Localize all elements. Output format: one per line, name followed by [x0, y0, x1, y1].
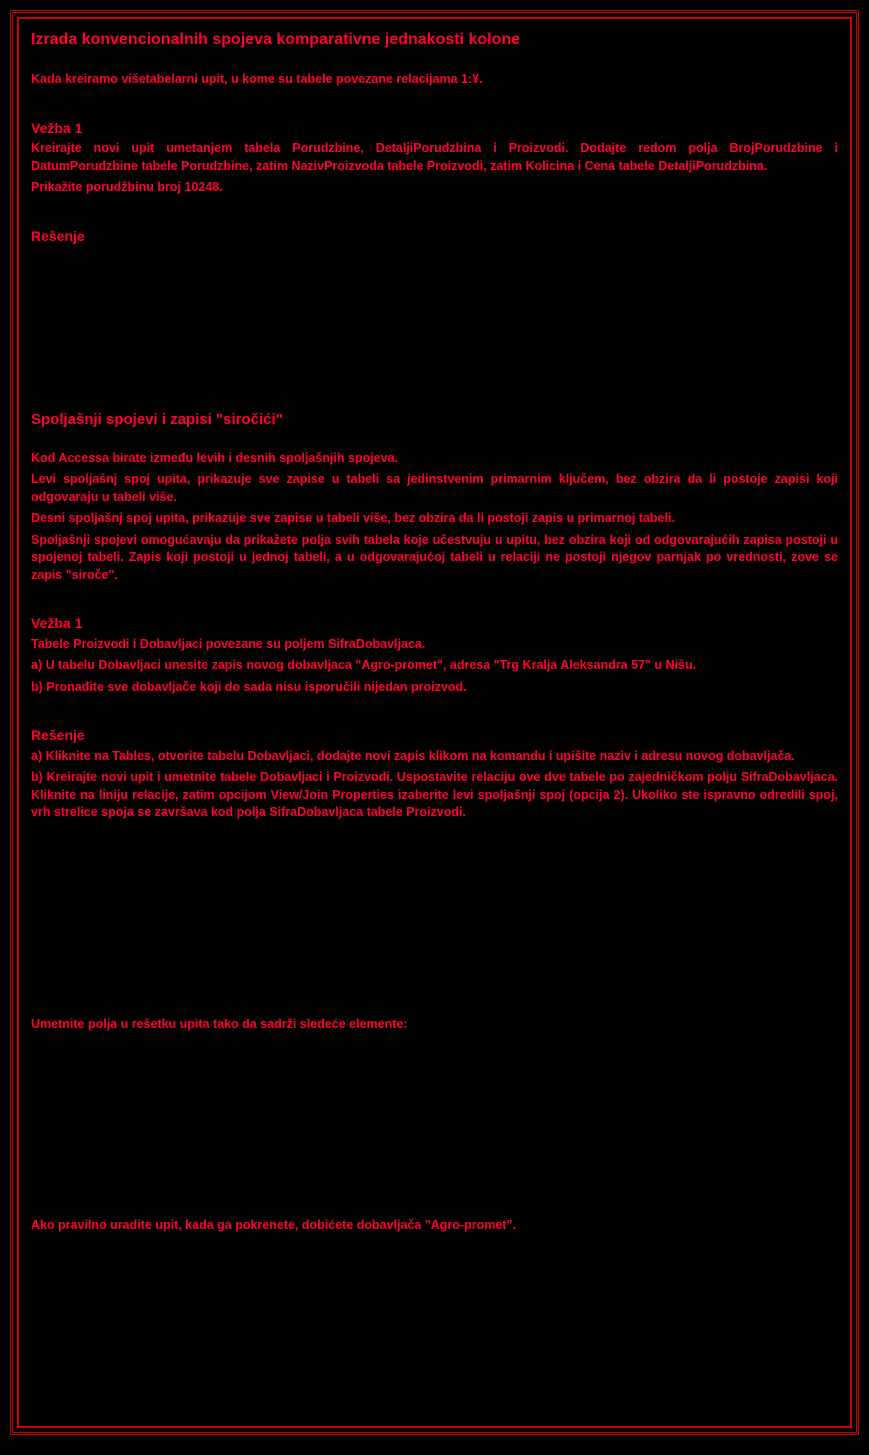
section2-resenje-label: Rešenje: [31, 726, 838, 746]
section2-para3: Desni spoljašnj spoj upita, prikazuje sv…: [31, 510, 838, 528]
section2-resenje-b: b) Kreirajte novi upit i umetnite tabele…: [31, 769, 838, 822]
section2-title: Spoljašnji spojevi i zapisi "siročići": [31, 409, 838, 430]
section1-vezba-text: Kreirajte novi upit umetanjem tabela Por…: [31, 140, 838, 175]
section2-vezba-line1: Tabele Proizvodi i Dobavljaci povezane s…: [31, 636, 838, 654]
section1-resenje-label: Rešenje: [31, 227, 838, 247]
section1-vezba-instruction: Prikažite porudžbinu broj 10248.: [31, 179, 838, 197]
section3-final-text: Ako pravilno uradite upit, kada ga pokre…: [31, 1217, 838, 1235]
section1-title: Izrada konvencionalnih spojeva komparati…: [31, 29, 838, 51]
section2-vezba-label: Vežba 1: [31, 614, 838, 634]
image-placeholder-1: [31, 249, 838, 399]
inner-frame: Izrada konvencionalnih spojeva komparati…: [17, 17, 852, 1428]
section2-vezba-line3: b) Pronađite sve dobavljače koji do sada…: [31, 679, 838, 697]
section2-para4: Spoljašnji spojevi omogućavaju da prikaž…: [31, 532, 838, 585]
section3-insert-text: Umetnite polja u rešetku upita tako da s…: [31, 1016, 838, 1034]
section2-vezba-line2: a) U tabelu Dobavljaci unesite zapis nov…: [31, 657, 838, 675]
section1-intro: Kada kreiramo višetabelarni upit, u kome…: [31, 71, 838, 89]
section2-para2: Levi spoljašnj spoj upita, prikazuje sve…: [31, 471, 838, 506]
image-placeholder-2: [31, 826, 838, 1016]
section2-para1: Kod Accessa birate između levih i desnih…: [31, 450, 838, 468]
document-content: Izrada konvencionalnih spojeva komparati…: [31, 29, 838, 1369]
section2-resenje-a: a) Kliknite na Tables, otvorite tabelu D…: [31, 748, 838, 766]
bottom-spacer: [31, 1239, 838, 1369]
section1-vezba-label: Vežba 1: [31, 119, 838, 139]
outer-frame: Izrada konvencionalnih spojeva komparati…: [10, 10, 859, 1435]
image-placeholder-3: [31, 1037, 838, 1217]
